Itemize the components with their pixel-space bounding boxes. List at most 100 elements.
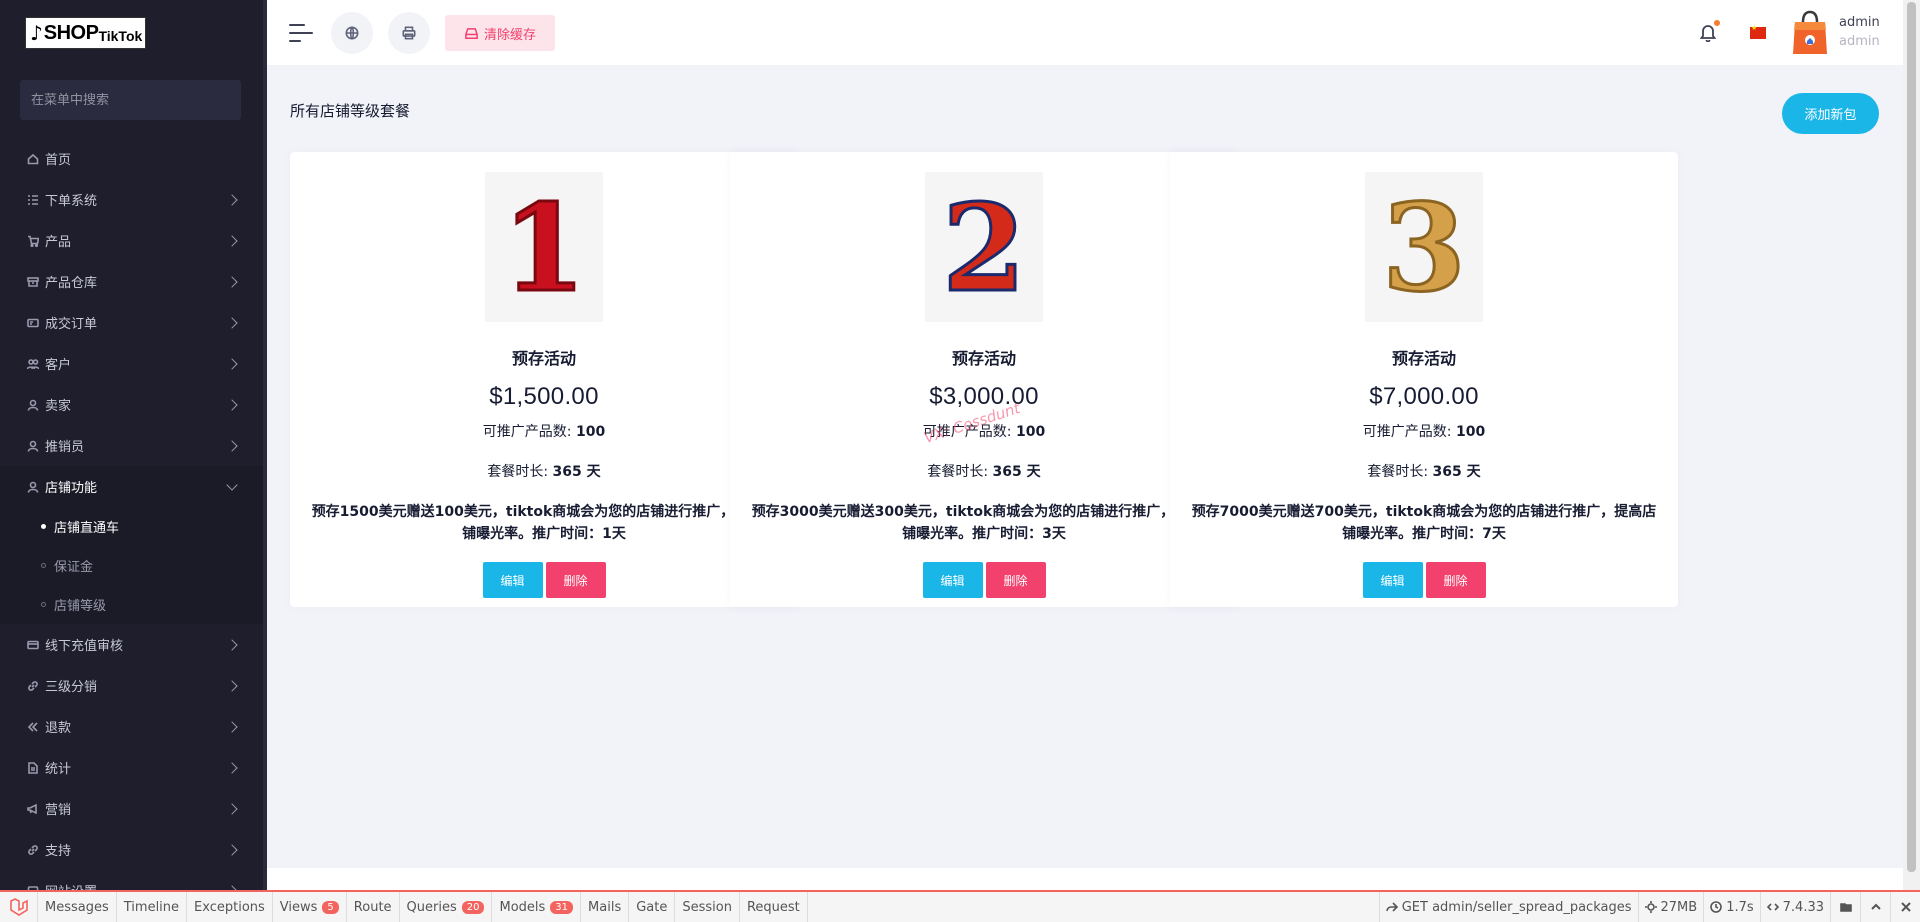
submenu-item[interactable]: 店铺等级 (0, 585, 263, 624)
sidebar-item[interactable]: 客户 (0, 343, 263, 384)
edit-button[interactable]: 编辑 (922, 562, 983, 598)
link-icon-wrap (26, 843, 40, 857)
package-name: 预存活动 (951, 349, 1016, 368)
card-icon-wrap (26, 638, 40, 652)
sidebar-item[interactable]: 产品仓库 (0, 261, 263, 302)
sidebar-menu: 首页下单系统产品产品仓库成交订单客户卖家推销员 店铺功能 店铺直通车 保证金店铺等级线… (0, 138, 263, 890)
logo[interactable]: ♪ SHOP TikTok (25, 17, 147, 49)
package-price: $7,000.00 (1369, 383, 1479, 410)
sidebar-item-label: 首页 (45, 153, 72, 168)
debug-tab[interactable]: Models 31 (492, 892, 582, 922)
menu-toggle-icon[interactable] (289, 24, 313, 42)
chevron-up-icon (1870, 903, 1881, 910)
debug-tab-badge: 31 (550, 900, 574, 914)
sidebar-item-label: 退款 (45, 721, 72, 736)
memory-text: 27MB (1660, 899, 1698, 915)
sidebar-item[interactable]: 推销员 (0, 425, 263, 466)
sidebar-item[interactable]: 产品 (0, 220, 263, 261)
submenu-item[interactable]: 店铺直通车 (0, 507, 263, 546)
china-flag-icon[interactable] (1750, 24, 1766, 39)
number-badge-icon: 2 (941, 182, 1028, 312)
page-scrollbar[interactable] (1903, 0, 1920, 890)
sidebar-item[interactable]: 统计 (0, 747, 263, 788)
debug-tab[interactable]: Views 5 (273, 892, 347, 922)
open-folder-button[interactable] (1830, 892, 1860, 922)
sidebar-item[interactable]: 店铺功能 (0, 466, 263, 507)
debug-tab[interactable]: Messages (38, 892, 117, 922)
debug-tab[interactable]: Route (347, 892, 400, 922)
sidebar-item[interactable]: 卖家 (0, 384, 263, 425)
refund-icon-wrap (26, 720, 40, 734)
time-indicator[interactable]: 1.7s (1703, 892, 1759, 922)
debug-tab[interactable]: Session (675, 892, 740, 922)
delete-button[interactable]: 删除 (545, 562, 606, 598)
debug-tab-badge: 5 (322, 900, 339, 914)
menu-search-input[interactable] (31, 92, 241, 108)
file-icon-wrap (26, 761, 40, 775)
debug-tab-label: Messages (45, 899, 109, 915)
share-icon (1385, 902, 1398, 912)
debug-bar-status: GET admin/seller_spread_packages 27MB 1.… (1378, 892, 1920, 922)
chevron-down-icon (226, 478, 238, 491)
number-glyph: 2 (942, 182, 1026, 312)
chevron-right-icon (226, 802, 238, 815)
duration-label: 套餐时长: (927, 464, 989, 480)
close-debugbar-button[interactable] (1890, 892, 1920, 922)
shopping-bag-avatar[interactable] (1791, 10, 1829, 56)
card-actions: 编辑 删除 (1170, 562, 1678, 598)
users-icon (27, 358, 39, 369)
user-name[interactable]: admin (1839, 15, 1880, 30)
globe-button[interactable] (331, 12, 373, 54)
submenu-item-label: 店铺等级 (54, 599, 107, 614)
memory-indicator[interactable]: 27MB (1637, 892, 1704, 922)
notification-button[interactable] (1699, 20, 1720, 43)
sidebar-item[interactable]: 网站设置 (0, 870, 263, 890)
scrollbar-thumb[interactable] (1907, 2, 1916, 872)
package-price: $1,500.00 (489, 383, 599, 410)
sidebar-item-label: 成交订单 (45, 317, 98, 332)
sidebar-item[interactable]: 退款 (0, 706, 263, 747)
delete-button[interactable]: 删除 (985, 562, 1046, 598)
sidebar-item[interactable]: 成交订单 (0, 302, 263, 343)
clear-cache-button[interactable]: 清除缓存 (445, 15, 555, 51)
link-icon (28, 680, 38, 691)
main-content: 所有店铺等级套餐 添加新包 1 预存活动 $1,500.00 可推广产品数: 100 套… (267, 65, 1903, 890)
sidebar-item[interactable]: 营销 (0, 788, 263, 829)
delete-button[interactable]: 删除 (1425, 562, 1486, 598)
debug-tab[interactable]: Request (740, 892, 808, 922)
php-version-indicator[interactable]: 7.4.33 (1759, 892, 1830, 922)
sidebar-item-label: 产品 (45, 235, 72, 250)
add-package-button[interactable]: 添加新包 (1782, 93, 1879, 134)
print-button[interactable] (388, 12, 430, 54)
expand-button[interactable] (1860, 892, 1890, 922)
laravel-logo[interactable] (0, 892, 38, 922)
footer (267, 868, 1903, 890)
package-image: 2 (925, 172, 1043, 322)
debug-tab-label: Views (279, 899, 318, 915)
clock-icon (1710, 901, 1722, 913)
debug-tab[interactable]: Gate (629, 892, 676, 922)
debug-tab[interactable]: Mails (581, 892, 630, 922)
chevron-right-icon (226, 193, 238, 206)
sidebar-item-label: 卖家 (45, 399, 72, 414)
sidebar-item[interactable]: 三级分销 (0, 665, 263, 706)
products-value: 100 (575, 424, 606, 440)
list-icon-wrap (26, 193, 40, 207)
edit-button[interactable]: 编辑 (1362, 562, 1423, 598)
menu-search[interactable] (20, 80, 241, 120)
user-icon (27, 440, 39, 452)
archive-icon (27, 276, 39, 287)
debug-tab[interactable]: Exceptions (187, 892, 273, 922)
sidebar-item[interactable]: 线下充值审核 (0, 624, 263, 665)
sidebar-item[interactable]: 下单系统 (0, 179, 263, 220)
megaphone-icon (27, 803, 37, 814)
submenu-item[interactable]: 保证金 (0, 546, 263, 585)
sidebar-item[interactable]: 首页 (0, 138, 263, 179)
edit-button[interactable]: 编辑 (482, 562, 543, 598)
cart-icon-wrap (26, 234, 40, 248)
debug-tab[interactable]: Timeline (117, 892, 188, 922)
request-indicator[interactable]: GET admin/seller_spread_packages (1378, 892, 1638, 922)
chevron-right-icon (226, 638, 238, 651)
debug-tab[interactable]: Queries 20 (400, 892, 493, 922)
sidebar-item[interactable]: 支持 (0, 829, 263, 870)
